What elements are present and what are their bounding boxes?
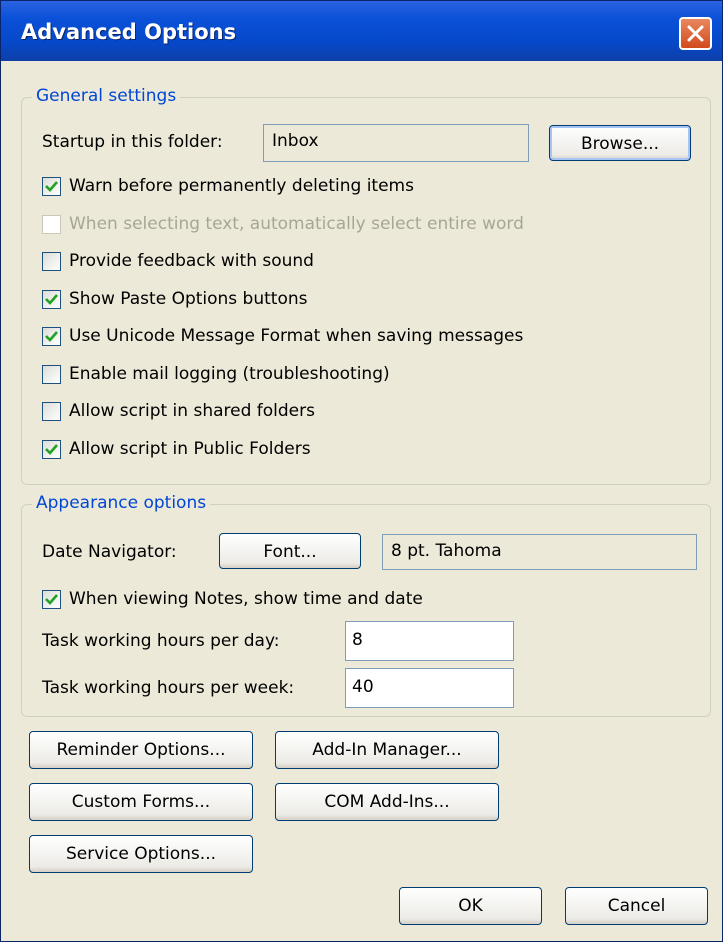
date-navigator-label: Date Navigator: — [42, 542, 177, 562]
notes-time-date-checkbox[interactable] — [42, 590, 61, 609]
general-checkbox[interactable] — [42, 327, 61, 346]
startup-folder-field: Inbox — [263, 124, 529, 162]
general-checkbox[interactable] — [42, 177, 61, 196]
custom-forms-button[interactable]: Custom Forms... — [29, 783, 253, 821]
cancel-button[interactable]: Cancel — [565, 887, 708, 925]
browse-button[interactable]: Browse... — [549, 125, 691, 161]
checkmark-icon — [45, 331, 58, 342]
general-checkbox[interactable] — [42, 440, 61, 459]
add-in-manager-button[interactable]: Add-In Manager... — [275, 731, 499, 769]
general-checkbox[interactable] — [42, 290, 61, 309]
advanced-options-dialog: Advanced Options General settings Startu… — [0, 0, 723, 942]
general-checkbox — [42, 215, 61, 234]
notes-time-date-label: When viewing Notes, show time and date — [69, 589, 423, 609]
close-button[interactable] — [679, 17, 712, 50]
general-checkbox-label: Warn before permanently deleting items — [69, 176, 414, 196]
service-options-button[interactable]: Service Options... — [29, 835, 253, 873]
checkmark-icon — [45, 181, 58, 192]
close-icon — [687, 25, 704, 42]
hours-per-day-input[interactable]: 8 — [345, 621, 514, 661]
general-settings-legend: General settings — [32, 86, 181, 106]
reminder-options-button[interactable]: Reminder Options... — [29, 731, 253, 769]
checkmark-icon — [45, 294, 58, 305]
general-checkbox-label: Show Paste Options buttons — [69, 289, 308, 309]
general-checkbox-label: Provide feedback with sound — [69, 251, 314, 271]
general-checkbox[interactable] — [42, 365, 61, 384]
startup-folder-label: Startup in this folder: — [42, 132, 223, 152]
hours-per-week-label: Task working hours per week: — [42, 678, 295, 698]
general-checkbox-label: When selecting text, automatically selec… — [69, 214, 524, 234]
checkmark-icon — [45, 444, 58, 455]
general-checkbox[interactable] — [42, 402, 61, 421]
com-add-ins-button[interactable]: COM Add-Ins... — [275, 783, 499, 821]
general-checkbox-label: Allow script in Public Folders — [69, 439, 311, 459]
title-bar[interactable]: Advanced Options — [1, 1, 722, 61]
ok-button[interactable]: OK — [399, 887, 542, 925]
appearance-options-legend: Appearance options — [32, 493, 211, 513]
font-button[interactable]: Font... — [219, 533, 361, 569]
general-checkbox-label: Allow script in shared folders — [69, 401, 315, 421]
general-checkbox-label: Enable mail logging (troubleshooting) — [69, 364, 390, 384]
checkmark-icon — [45, 594, 58, 605]
font-value-field: 8 pt. Tahoma — [382, 534, 697, 570]
hours-per-day-label: Task working hours per day: — [42, 631, 280, 651]
dialog-title: Advanced Options — [21, 20, 237, 44]
general-checkbox-label: Use Unicode Message Format when saving m… — [69, 326, 524, 346]
general-checkbox[interactable] — [42, 252, 61, 271]
hours-per-week-input[interactable]: 40 — [345, 668, 514, 708]
